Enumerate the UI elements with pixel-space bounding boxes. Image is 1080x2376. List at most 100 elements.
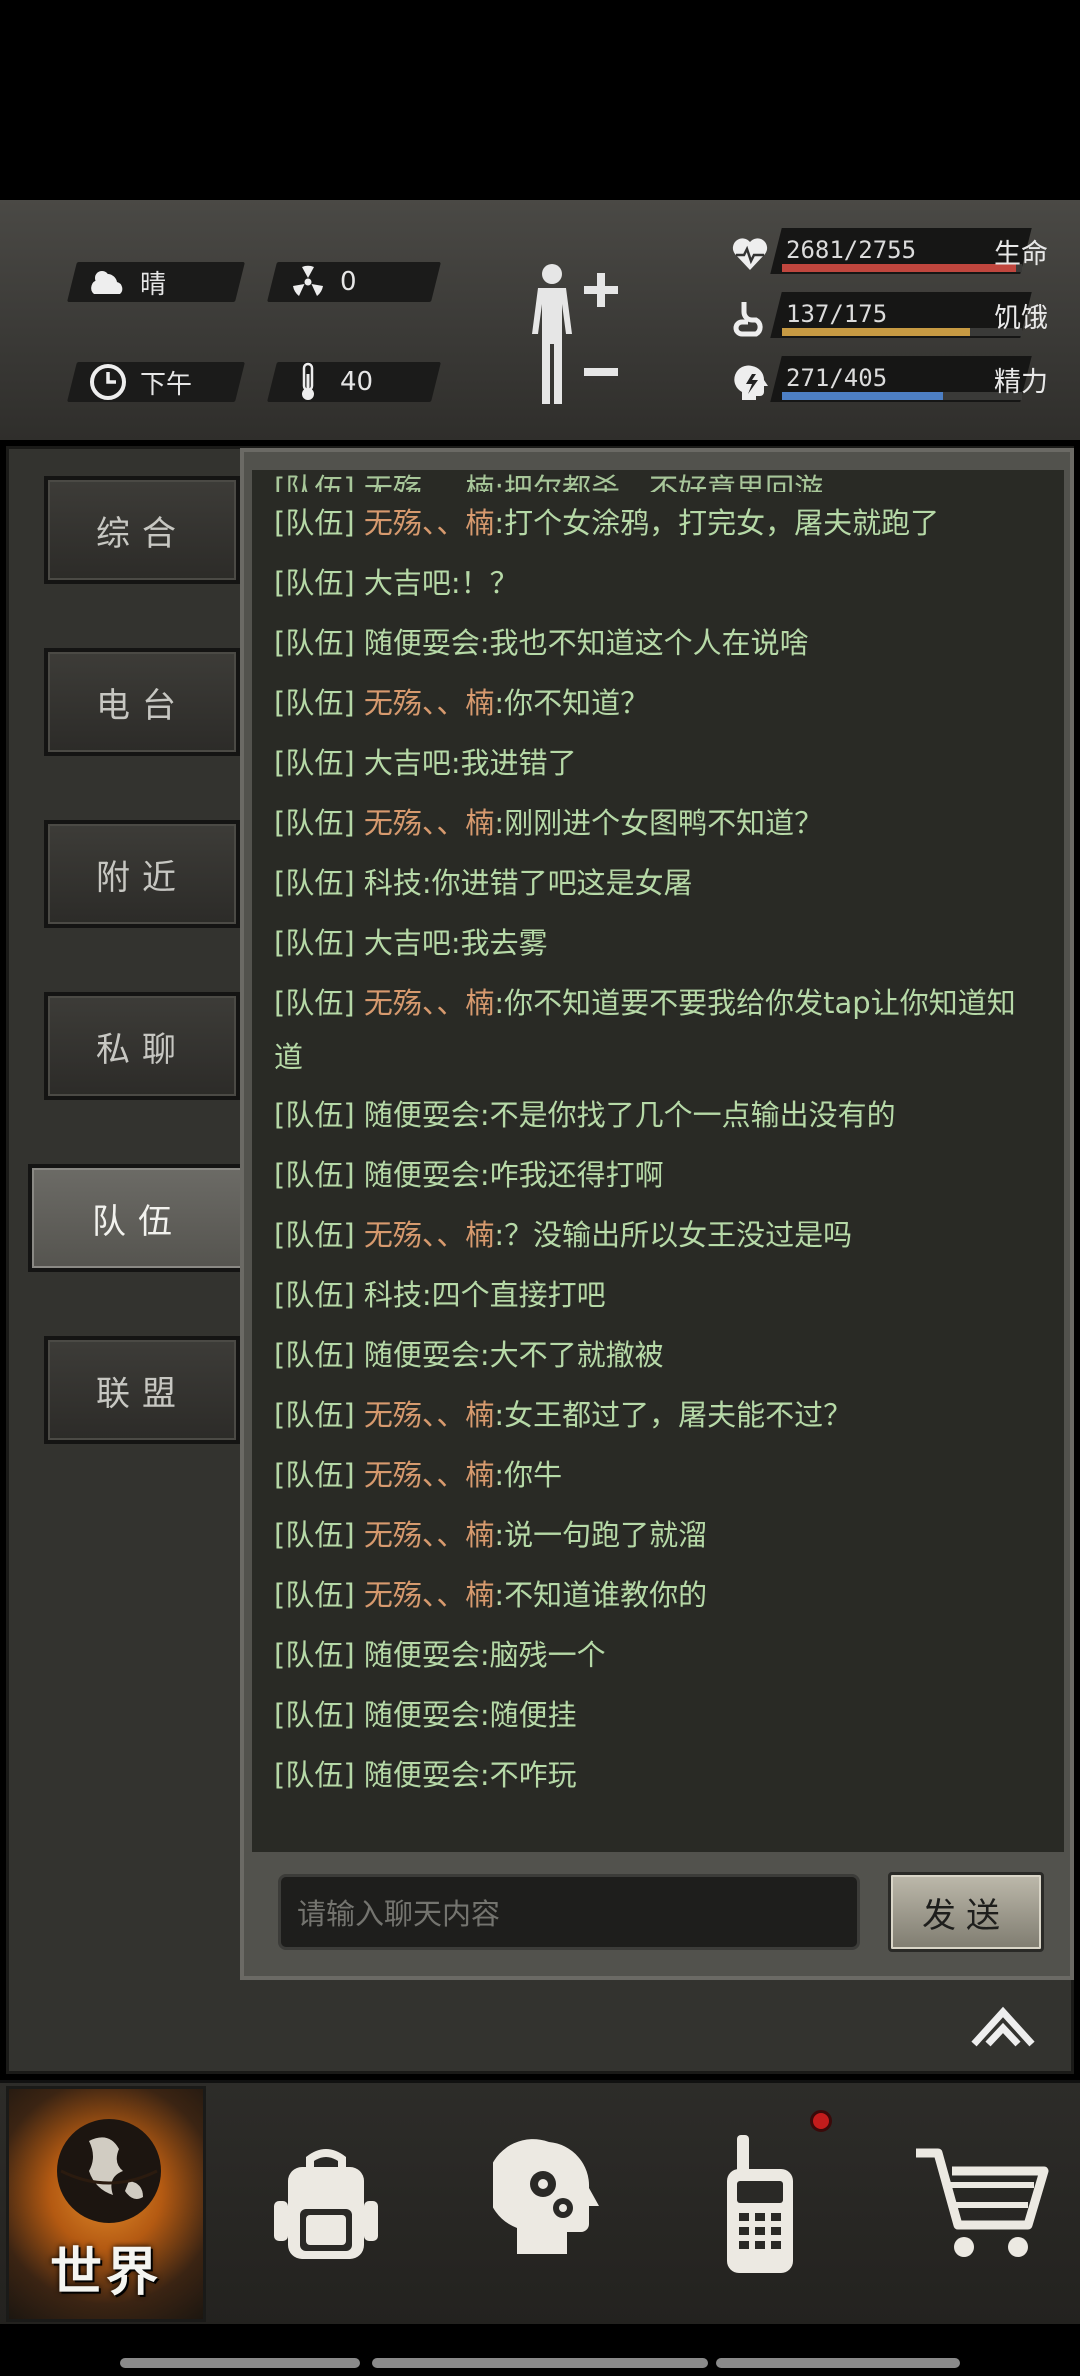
sender-name[interactable]: 随便耍会	[364, 1638, 480, 1672]
chat-message: [队伍] 随便耍会:咋我还得打啊	[274, 1148, 1034, 1202]
message-text: :你牛	[494, 1458, 563, 1492]
channel-tag: [队伍]	[274, 986, 355, 1020]
sender-name[interactable]: 无殇、、楠	[364, 1518, 495, 1552]
nav-backpack[interactable]	[226, 2086, 426, 2322]
message-text: :随便挂	[479, 1698, 577, 1732]
head-energy-icon	[730, 362, 770, 402]
message-text: :！？	[450, 566, 519, 600]
nav-world-label: 世界	[49, 2243, 162, 2303]
cloud-sun-icon	[88, 262, 128, 302]
chat-input[interactable]: 请输入聊天内容	[278, 1874, 860, 1950]
energy-stat: 271/405 精力	[716, 356, 1066, 412]
globe-icon	[57, 2119, 161, 2223]
collapse-chat-button[interactable]	[968, 2000, 1038, 2052]
message-text: :不咋玩	[479, 1758, 577, 1792]
nav-world[interactable]: 世界	[6, 2086, 206, 2322]
health-bar-fill	[782, 264, 1016, 272]
sender-name[interactable]: 无殇、、楠	[364, 506, 495, 540]
send-button[interactable]: 发送	[888, 1872, 1044, 1952]
sender-name[interactable]: 大吉吧	[364, 926, 451, 960]
chat-message: [队伍] 大吉吧:！？	[274, 556, 1034, 610]
sender-name[interactable]: 大吉吧	[364, 566, 451, 600]
channel-tag: [队伍]	[274, 626, 355, 660]
channel-tag: [队伍]	[274, 506, 355, 540]
tab-nearby[interactable]: 附近	[44, 820, 240, 928]
nav-skills[interactable]	[448, 2086, 648, 2322]
tab-private[interactable]: 私聊	[44, 992, 240, 1100]
channel-tag: [队伍]	[274, 1638, 355, 1672]
message-text: :脑残一个	[479, 1638, 606, 1672]
tab-team[interactable]: 队伍	[28, 1164, 248, 1272]
message-text: :我进错了	[450, 746, 577, 780]
health-label: 生命	[994, 239, 1048, 270]
sender-name[interactable]: 无殇、、楠	[364, 1218, 495, 1252]
channel-tag: [队伍]	[274, 1458, 355, 1492]
health-stat: 2681/2755 生命	[716, 228, 1066, 284]
sender-name[interactable]: 随便耍会	[364, 1698, 480, 1732]
chat-message: [队伍] 随便耍会:随便挂	[274, 1688, 1034, 1742]
sender-name[interactable]: 大吉吧	[364, 746, 451, 780]
message-text: :不是你找了几个一点输出没有的	[479, 1098, 896, 1132]
channel-tag: [队伍]	[274, 1098, 355, 1132]
chat-message: [队伍] 无殇、、楠:？没输出所以女王没过是吗	[274, 1208, 1034, 1262]
hunger-value: 137/175	[786, 300, 888, 328]
thermometer-icon	[288, 362, 328, 402]
sender-name[interactable]: 科技	[364, 1278, 422, 1312]
radiation-icon	[288, 262, 328, 302]
sender-name[interactable]: 科技	[364, 866, 422, 900]
channel-tag: [队伍]	[274, 1518, 355, 1552]
sender-name[interactable]: 随便耍会	[364, 626, 480, 660]
sender-name[interactable]: 无殇、、楠	[364, 686, 495, 720]
walkie-talkie-icon	[727, 2135, 793, 2273]
chat-message: [队伍] 无殇、、楠:你不知道要不要我给你发tap让你知道知道	[274, 976, 1034, 1084]
radiation-panel: 0	[267, 262, 441, 302]
sender-name[interactable]: 无殇、、楠	[364, 986, 495, 1020]
chat-message: [队伍] 随便耍会:大不了就撤被	[274, 1328, 1034, 1382]
sender-name[interactable]: 随便耍会	[364, 1338, 480, 1372]
weather-text: 晴	[140, 269, 167, 300]
system-gesture-bar	[0, 2352, 1080, 2376]
chat-message: [队伍] 无殇、、楠:说一句跑了就溜	[274, 1508, 1034, 1562]
chat-log[interactable]: [队伍] 无殇、、楠:把尔都杀，不好意思回游 [队伍] 无殇、、楠:打个女涂鸦，…	[252, 470, 1064, 1852]
hunger-label: 饥饿	[994, 303, 1048, 334]
tab-alliance[interactable]: 联盟	[44, 1336, 240, 1444]
sender-name[interactable]: 随便耍会	[364, 1098, 480, 1132]
radiation-value: 0	[340, 267, 357, 297]
sender-name[interactable]: 随便耍会	[364, 1158, 480, 1192]
chat-message: [队伍] 大吉吧:我进错了	[274, 736, 1034, 790]
nav-shop[interactable]	[880, 2086, 1080, 2322]
sender-name[interactable]: 无殇、、楠	[364, 1578, 495, 1612]
message-text: :？没输出所以女王没过是吗	[494, 1218, 853, 1252]
sender-name[interactable]: 无殇、、楠	[364, 1458, 495, 1492]
chat-message: [队伍] 无殇、、楠:不知道谁教你的	[274, 1568, 1034, 1622]
notification-badge	[810, 2110, 832, 2132]
head-gears-icon	[493, 2139, 599, 2254]
channel-tag: [队伍]	[274, 746, 355, 780]
sender-name[interactable]: 随便耍会	[364, 1758, 480, 1792]
temperature-panel: 40	[267, 362, 441, 402]
health-value: 2681/2755	[786, 236, 917, 264]
message-text: :你进错了吧这是女屠	[421, 866, 693, 900]
message-text: :四个直接打吧	[421, 1278, 606, 1312]
chat-message: [队伍] 随便耍会:不是你找了几个一点输出没有的	[274, 1088, 1034, 1142]
time-panel: 下午	[67, 362, 245, 402]
tab-general[interactable]: 综合	[44, 476, 240, 584]
chevron-up-icon	[971, 2006, 1035, 2047]
body-status-button[interactable]	[520, 258, 630, 408]
message-text: :刚刚进个女图鸭不知道？	[494, 806, 824, 840]
sender-name[interactable]: 无殇、、楠	[364, 1398, 495, 1432]
tab-radio[interactable]: 电台	[44, 648, 240, 756]
clock-icon	[88, 362, 128, 402]
temperature-value: 40	[340, 367, 374, 397]
energy-label: 精力	[994, 367, 1048, 398]
channel-tag: [队伍]	[274, 1698, 355, 1732]
message-text: :咋我还得打啊	[479, 1158, 664, 1192]
chat-message: [队伍] 随便耍会:不咋玩	[274, 1748, 1034, 1802]
channel-tag: [队伍]	[274, 566, 355, 600]
hunger-bar-fill	[782, 328, 970, 336]
message-text: :不知道谁教你的	[494, 1578, 708, 1612]
sender-name[interactable]: 无殇、、楠	[364, 806, 495, 840]
message-text: :大不了就撤被	[479, 1338, 664, 1372]
channel-tag: [队伍]	[274, 1218, 355, 1252]
stomach-icon	[730, 298, 770, 338]
